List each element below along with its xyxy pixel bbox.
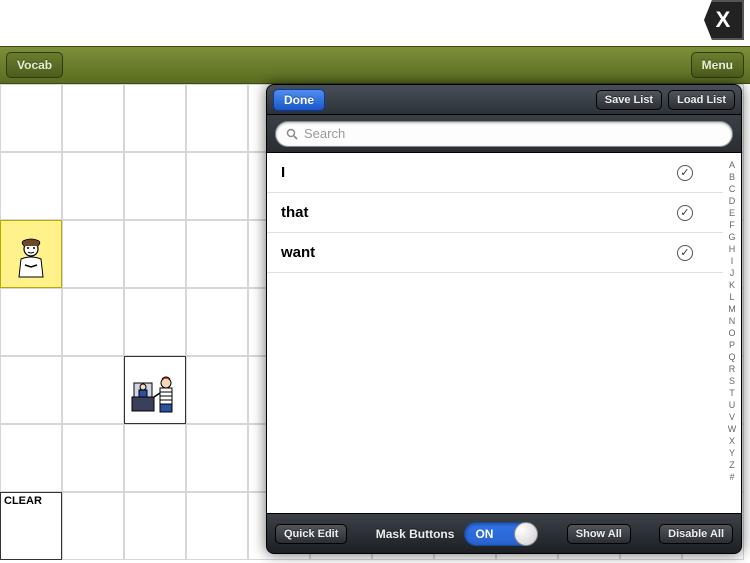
index-letter[interactable]: G [728,231,735,243]
grid-cell[interactable] [186,288,248,356]
disable-all-button[interactable]: Disable All [659,524,733,544]
grid-cell[interactable] [186,84,248,152]
index-letter[interactable]: C [729,183,736,195]
toggle-knob-icon [514,522,538,546]
grid-cell[interactable] [0,424,62,492]
grid-cell[interactable] [62,84,124,152]
grid-cell[interactable] [124,424,186,492]
index-letter[interactable]: L [729,291,734,303]
word-label: want [281,244,677,261]
word-label: that [281,204,677,221]
index-letter[interactable]: T [729,387,735,399]
index-letter[interactable]: V [729,411,735,423]
index-letter[interactable]: H [729,243,736,255]
grid-cell-shop[interactable] [124,356,186,424]
grid-cell[interactable] [62,288,124,356]
index-letter[interactable]: U [729,399,736,411]
grid-cell[interactable] [0,84,62,152]
index-letter[interactable]: X [729,435,735,447]
grid-cell[interactable] [0,356,62,424]
quick-edit-button[interactable]: Quick Edit [275,524,347,544]
index-letter[interactable]: I [731,255,734,267]
index-letter[interactable]: E [729,207,735,219]
search-input[interactable] [304,126,722,141]
grid-cell[interactable] [186,220,248,288]
list-item[interactable]: I ✓ [267,153,723,193]
save-list-button[interactable]: Save List [596,90,662,110]
index-letter[interactable]: J [730,267,735,279]
toggle-on-label: ON [475,527,493,541]
word-label: I [281,164,677,181]
list-area: I ✓ that ✓ want ✓ ABCDEFGHIJKLMNOPQRSTUV… [267,153,741,513]
grid-cell[interactable] [124,492,186,560]
mask-buttons-toggle[interactable]: ON [464,522,538,546]
grid-cell[interactable] [124,84,186,152]
show-all-button[interactable]: Show All [567,524,631,544]
grid-cell-person[interactable] [0,220,62,288]
index-letter[interactable]: A [729,159,735,171]
done-button[interactable]: Done [273,89,325,111]
grid-cell[interactable] [124,288,186,356]
grid-cell[interactable] [186,152,248,220]
grid-cell[interactable] [0,288,62,356]
index-letter[interactable]: M [728,303,736,315]
check-icon[interactable]: ✓ [677,245,693,261]
grid-cell-clear[interactable]: CLEAR [0,492,62,560]
close-icon[interactable]: X [704,0,744,40]
word-list[interactable]: I ✓ that ✓ want ✓ [267,153,723,513]
grid-cell[interactable] [186,424,248,492]
shop-icon [129,371,181,419]
search-icon [286,128,298,140]
index-letter[interactable]: R [729,363,736,375]
mask-buttons-label: Mask Buttons [376,527,455,541]
index-letter[interactable]: S [729,375,735,387]
index-letter[interactable]: O [728,327,735,339]
search-field[interactable] [275,121,733,147]
grid-cell[interactable] [62,356,124,424]
index-letter[interactable]: Q [728,351,735,363]
index-letter[interactable]: B [729,171,735,183]
index-letter[interactable]: D [729,195,736,207]
index-letter[interactable]: N [729,315,736,327]
check-icon[interactable]: ✓ [677,165,693,181]
check-icon[interactable]: ✓ [677,205,693,221]
popover-toolbar-bottom: Quick Edit Mask Buttons ON Show All Disa… [267,513,741,553]
grid-cell[interactable] [62,492,124,560]
index-letter[interactable]: W [728,423,737,435]
load-list-button[interactable]: Load List [668,90,735,110]
clear-label: CLEAR [4,495,42,507]
grid-cell[interactable] [186,492,248,560]
search-bar [267,115,741,153]
word-list-popover: Done Save List Load List I ✓ that ✓ want… [266,84,742,554]
person-icon [5,235,57,283]
grid-cell[interactable] [62,152,124,220]
grid-cell[interactable] [186,356,248,424]
grid-cell[interactable] [124,220,186,288]
list-item[interactable]: that ✓ [267,193,723,233]
popover-toolbar-top: Done Save List Load List [267,85,741,115]
grid-cell[interactable] [62,424,124,492]
index-letter[interactable]: F [729,219,735,231]
index-letter[interactable]: # [729,471,734,483]
list-item[interactable]: want ✓ [267,233,723,273]
index-strip[interactable]: ABCDEFGHIJKLMNOPQRSTUVWXYZ# [723,153,741,513]
header-bar: Vocab Menu [0,46,750,84]
index-letter[interactable]: Y [729,447,735,459]
index-letter[interactable]: K [729,279,735,291]
grid-cell[interactable] [0,152,62,220]
vocab-button[interactable]: Vocab [6,52,63,78]
grid-cell[interactable] [124,152,186,220]
menu-button[interactable]: Menu [691,52,744,78]
index-letter[interactable]: Z [729,459,735,471]
grid-cell[interactable] [62,220,124,288]
index-letter[interactable]: P [729,339,735,351]
